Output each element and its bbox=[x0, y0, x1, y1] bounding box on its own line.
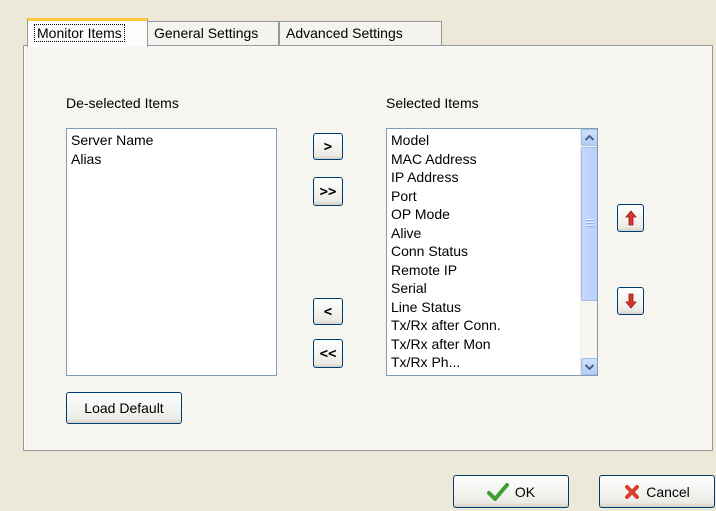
tab-general-settings[interactable]: General Settings bbox=[147, 21, 279, 45]
selected-items-list[interactable]: Model MAC Address IP Address Port OP Mod… bbox=[386, 128, 598, 376]
monitor-items-panel: De-selected Items Selected Items Server … bbox=[23, 45, 713, 451]
list-item[interactable]: Remote IP bbox=[387, 261, 597, 280]
selected-list-scrollbar[interactable] bbox=[580, 129, 597, 375]
list-item[interactable]: MAC Address bbox=[387, 150, 597, 169]
x-icon bbox=[625, 484, 640, 499]
list-item[interactable]: OP Mode bbox=[387, 205, 597, 224]
cancel-button[interactable]: Cancel bbox=[599, 475, 715, 508]
add-all-button[interactable]: >> bbox=[313, 177, 343, 206]
list-item[interactable]: Tx/Rx after Conn. bbox=[387, 316, 597, 335]
list-item[interactable]: Port bbox=[387, 187, 597, 206]
remove-selected-button[interactable]: < bbox=[313, 298, 343, 325]
list-item[interactable]: Alias bbox=[67, 150, 276, 169]
checkmark-icon bbox=[486, 482, 509, 501]
tab-advanced-settings-label: Advanced Settings bbox=[286, 25, 403, 41]
move-down-button[interactable] bbox=[617, 287, 644, 315]
chevron-up-icon bbox=[585, 134, 594, 141]
selected-items-heading: Selected Items bbox=[386, 95, 479, 111]
add-selected-button[interactable]: > bbox=[313, 133, 343, 160]
remove-all-button[interactable]: << bbox=[313, 339, 343, 368]
load-default-button[interactable]: Load Default bbox=[66, 392, 182, 424]
scroll-up-button[interactable] bbox=[581, 129, 597, 146]
move-up-button[interactable] bbox=[617, 204, 644, 232]
tab-advanced-settings[interactable]: Advanced Settings bbox=[279, 21, 442, 45]
tab-monitor-items-label: Monitor Items bbox=[34, 24, 125, 42]
arrow-up-icon bbox=[624, 210, 637, 226]
deselected-items-heading: De-selected Items bbox=[66, 95, 179, 111]
arrow-down-icon bbox=[624, 293, 637, 309]
ok-label: OK bbox=[514, 483, 536, 500]
list-item[interactable]: Alive bbox=[387, 224, 597, 243]
tab-monitor-items[interactable]: Monitor Items bbox=[27, 18, 148, 47]
list-item[interactable]: Serial bbox=[387, 279, 597, 298]
tab-general-settings-label: General Settings bbox=[154, 25, 259, 41]
scroll-thumb[interactable] bbox=[581, 147, 597, 301]
list-item[interactable]: Tx/Rx after Mon bbox=[387, 335, 597, 354]
list-item[interactable]: Line Status bbox=[387, 298, 597, 317]
list-item[interactable]: Conn Status bbox=[387, 242, 597, 261]
list-item[interactable]: Tx/Rx Ph... bbox=[387, 353, 597, 372]
scroll-down-button[interactable] bbox=[581, 358, 597, 375]
list-item[interactable]: Server Name bbox=[67, 131, 276, 150]
cancel-label: Cancel bbox=[646, 483, 690, 500]
ok-button[interactable]: OK bbox=[453, 475, 569, 508]
chevron-down-icon bbox=[585, 363, 594, 370]
list-item[interactable]: IP Address bbox=[387, 168, 597, 187]
list-item[interactable]: Model bbox=[387, 131, 597, 150]
deselected-items-list[interactable]: Server Name Alias bbox=[66, 128, 277, 376]
